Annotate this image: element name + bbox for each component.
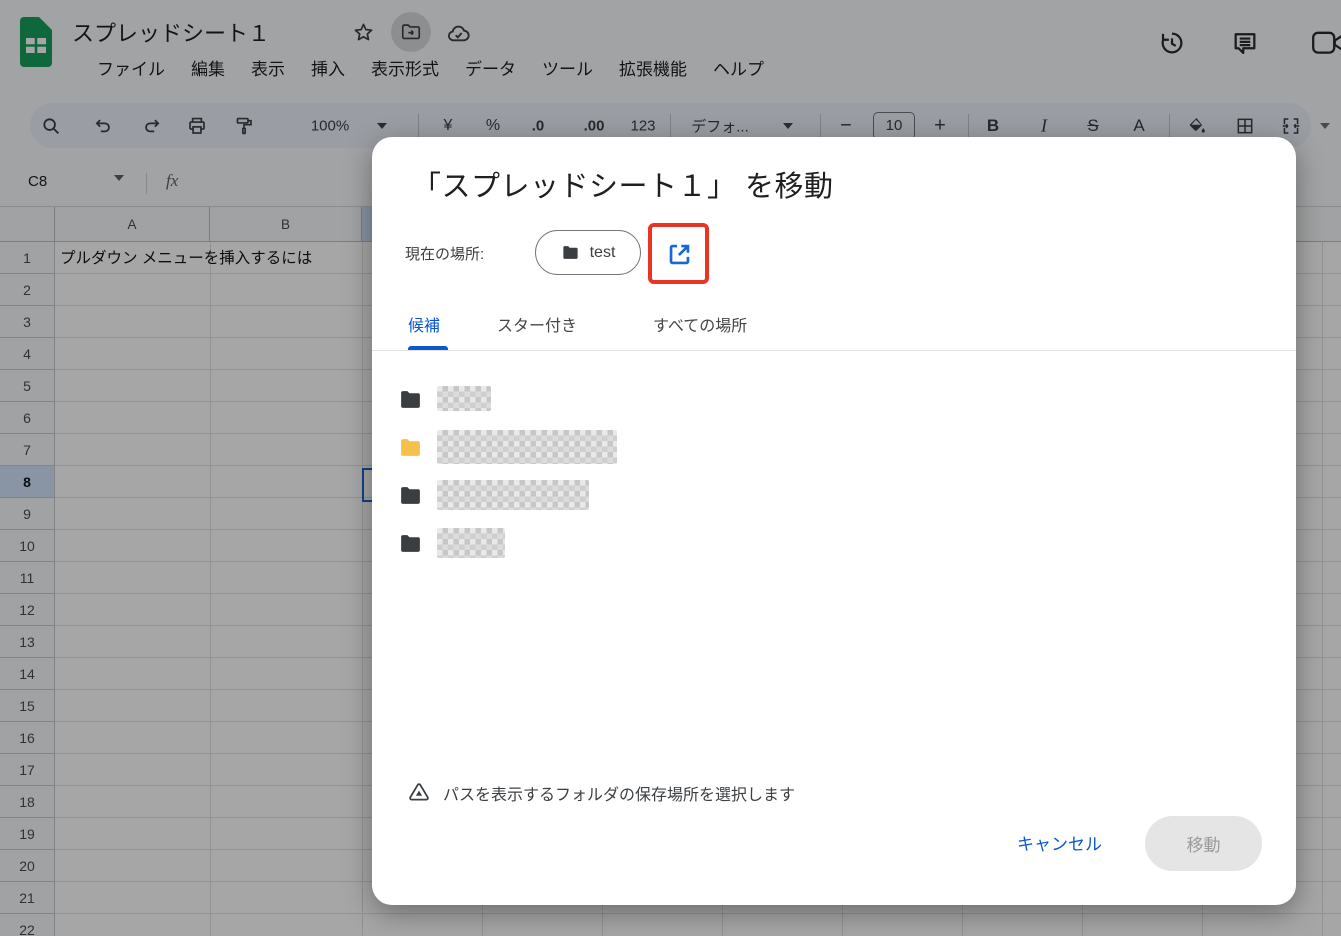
folder-icon-shared — [398, 435, 423, 460]
screen: { "app": { "doc_title": "スプレッドシート１" }, "… — [0, 0, 1341, 936]
folder-list-item[interactable] — [372, 471, 1296, 519]
folder-icon — [562, 246, 578, 259]
tab-starred[interactable]: スター付き — [497, 312, 577, 336]
folder-icon — [398, 483, 423, 508]
folder-icon — [398, 531, 423, 556]
folder-list-item[interactable] — [372, 423, 1296, 471]
dialog-tabs: 候補 スター付き すべての場所 — [372, 300, 1296, 351]
current-folder-chip[interactable]: test — [535, 230, 641, 275]
open-in-new-icon[interactable] — [664, 239, 694, 269]
redacted-folder-name — [437, 430, 617, 464]
current-location-label: 現在の場所: — [405, 246, 485, 263]
tabs-divider — [372, 350, 1296, 351]
redacted-folder-name — [437, 386, 491, 411]
move-dialog: 「スプレッドシート１」 を移動 現在の場所: test 候補 スター付き すべて… — [372, 137, 1296, 905]
dialog-hint: パスを表示するフォルダの保存場所を選択します — [407, 781, 795, 805]
hint-text: パスを表示するフォルダの保存場所を選択します — [443, 787, 796, 804]
drive-path-icon — [409, 783, 429, 801]
tab-all-locations[interactable]: すべての場所 — [653, 312, 747, 336]
tab-suggested[interactable]: 候補 — [408, 312, 440, 336]
folder-icon — [398, 387, 423, 412]
move-button-disabled[interactable]: 移動 — [1145, 816, 1262, 871]
folder-list-item[interactable] — [372, 519, 1296, 567]
cancel-button[interactable]: キャンセル — [1005, 826, 1114, 864]
redacted-folder-name — [437, 528, 505, 558]
redacted-folder-name — [437, 480, 589, 510]
dialog-title: 「スプレッドシート１」 を移動 — [412, 171, 834, 203]
current-folder-name: test — [589, 243, 616, 261]
folder-list-item[interactable] — [372, 375, 1296, 423]
